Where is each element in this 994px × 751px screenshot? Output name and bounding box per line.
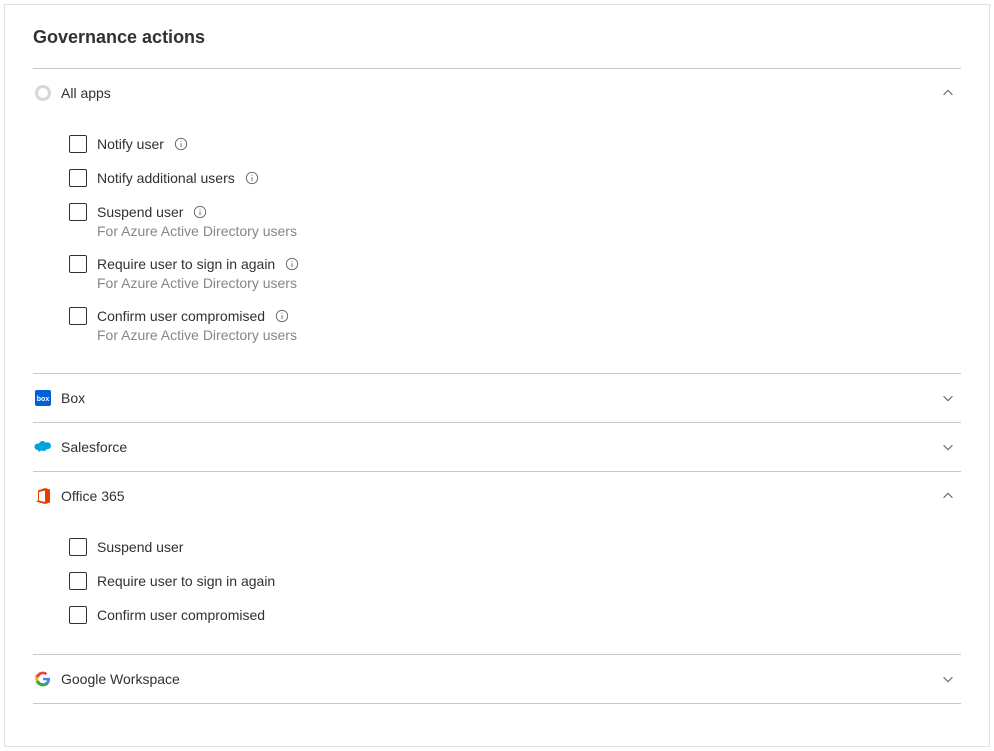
info-icon[interactable] bbox=[245, 171, 259, 185]
label-o365-confirm-compromised: Confirm user compromised bbox=[97, 607, 265, 623]
chevron-up-icon bbox=[941, 86, 955, 100]
allapps-icon bbox=[33, 83, 53, 103]
option-confirm-compromised: Confirm user compromised For Azure Activ… bbox=[69, 299, 961, 351]
label-o365-require-signin: Require user to sign in again bbox=[97, 573, 275, 589]
section-header-box[interactable]: box Box bbox=[33, 374, 961, 422]
checkbox-o365-suspend[interactable] bbox=[69, 538, 87, 556]
info-icon[interactable] bbox=[275, 309, 289, 323]
checkbox-notify-user[interactable] bbox=[69, 135, 87, 153]
section-office365: Office 365 Suspend user Require user to … bbox=[33, 472, 961, 655]
info-icon[interactable] bbox=[285, 257, 299, 271]
checkbox-o365-require-signin[interactable] bbox=[69, 572, 87, 590]
checkbox-o365-confirm-compromised[interactable] bbox=[69, 606, 87, 624]
option-o365-confirm-compromised: Confirm user compromised bbox=[69, 598, 961, 632]
option-o365-require-signin: Require user to sign in again bbox=[69, 564, 961, 598]
chevron-down-icon bbox=[941, 391, 955, 405]
governance-actions-panel: Governance actions All apps Notify user bbox=[4, 4, 990, 747]
section-box: box Box bbox=[33, 374, 961, 423]
checkbox-confirm-compromised[interactable] bbox=[69, 307, 87, 325]
section-header-all-apps[interactable]: All apps bbox=[33, 69, 961, 117]
salesforce-icon bbox=[33, 437, 53, 457]
section-body-office365: Suspend user Require user to sign in aga… bbox=[33, 520, 961, 654]
label-confirm-compromised: Confirm user compromised bbox=[97, 308, 265, 324]
section-header-salesforce[interactable]: Salesforce bbox=[33, 423, 961, 471]
section-title-salesforce: Salesforce bbox=[61, 439, 941, 455]
section-title-office365: Office 365 bbox=[61, 488, 941, 504]
chevron-down-icon bbox=[941, 672, 955, 686]
label-notify-user: Notify user bbox=[97, 136, 164, 152]
section-salesforce: Salesforce bbox=[33, 423, 961, 472]
office365-icon bbox=[33, 486, 53, 506]
box-icon: box bbox=[33, 388, 53, 408]
label-o365-suspend: Suspend user bbox=[97, 539, 183, 555]
checkbox-require-signin[interactable] bbox=[69, 255, 87, 273]
google-icon bbox=[33, 669, 53, 689]
svg-text:box: box bbox=[37, 396, 50, 403]
section-title-google-workspace: Google Workspace bbox=[61, 671, 941, 687]
info-icon[interactable] bbox=[174, 137, 188, 151]
subtext-suspend-user: For Azure Active Directory users bbox=[97, 223, 961, 239]
section-body-all-apps: Notify user Notify additional users bbox=[33, 117, 961, 373]
checkbox-suspend-user[interactable] bbox=[69, 203, 87, 221]
label-require-signin: Require user to sign in again bbox=[97, 256, 275, 272]
option-notify-additional: Notify additional users bbox=[69, 161, 961, 195]
info-icon[interactable] bbox=[193, 205, 207, 219]
option-notify-user: Notify user bbox=[69, 127, 961, 161]
subtext-require-signin: For Azure Active Directory users bbox=[97, 275, 961, 291]
section-title-all-apps: All apps bbox=[61, 85, 941, 101]
section-title-box: Box bbox=[61, 390, 941, 406]
checkbox-notify-additional[interactable] bbox=[69, 169, 87, 187]
label-suspend-user: Suspend user bbox=[97, 204, 183, 220]
section-header-google-workspace[interactable]: Google Workspace bbox=[33, 655, 961, 703]
section-all-apps: All apps Notify user Notify additional u bbox=[33, 68, 961, 374]
chevron-up-icon bbox=[941, 489, 955, 503]
option-require-signin: Require user to sign in again For Azure … bbox=[69, 247, 961, 299]
chevron-down-icon bbox=[941, 440, 955, 454]
section-header-office365[interactable]: Office 365 bbox=[33, 472, 961, 520]
section-google-workspace: Google Workspace bbox=[33, 655, 961, 704]
option-suspend-user: Suspend user For Azure Active Directory … bbox=[69, 195, 961, 247]
subtext-confirm-compromised: For Azure Active Directory users bbox=[97, 327, 961, 343]
option-o365-suspend: Suspend user bbox=[69, 530, 961, 564]
label-notify-additional: Notify additional users bbox=[97, 170, 235, 186]
panel-title: Governance actions bbox=[33, 27, 961, 48]
